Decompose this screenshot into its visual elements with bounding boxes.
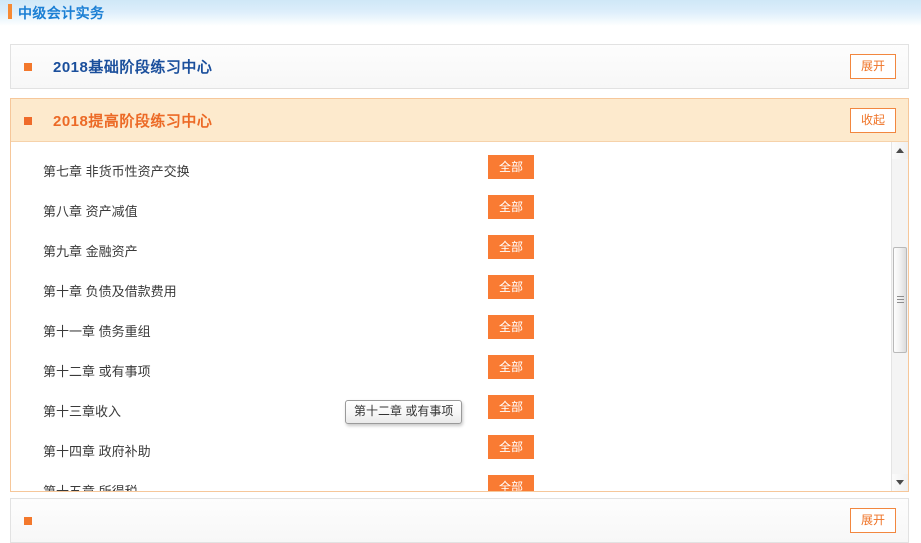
panel-advanced-stage[interactable]: 2018提高阶段练习中心 收起 第六章 无形资产 全部 第七章 非货币性资产交换… <box>10 98 909 492</box>
square-bullet-icon <box>24 117 32 125</box>
table-row[interactable]: 第十五章 所得税 全部 <box>11 469 908 491</box>
square-bullet-icon <box>24 517 32 525</box>
page-title: 中级会计实务 <box>18 5 105 21</box>
table-row[interactable]: 第十章 负债及借款费用 全部 <box>11 269 908 309</box>
chapter-name: 第十四章 政府补助 <box>43 444 151 459</box>
chapter-name: 第九章 金融资产 <box>43 244 138 259</box>
table-row[interactable]: 第八章 资产减值 全部 <box>11 189 908 229</box>
table-row[interactable]: 第六章 无形资产 全部 <box>11 142 908 149</box>
all-questions-button[interactable]: 全部 <box>488 475 534 491</box>
all-questions-button[interactable]: 全部 <box>488 395 534 419</box>
table-row[interactable]: 第七章 非货币性资产交换 全部 <box>11 149 908 189</box>
chapter-name: 第七章 非货币性资产交换 <box>43 164 190 179</box>
all-questions-button[interactable]: 全部 <box>488 315 534 339</box>
chapter-name: 第十五章 所得税 <box>43 481 138 491</box>
square-bullet-icon <box>24 63 32 71</box>
scroll-down-arrow-icon[interactable] <box>892 474 908 491</box>
panel-title: 2018提高阶段练习中心 <box>53 113 213 130</box>
table-row[interactable]: 第十四章 政府补助 全部 <box>11 429 908 469</box>
chapter-list: 第六章 无形资产 全部 第七章 非货币性资产交换 全部 第八章 资产减值 全部 … <box>11 142 908 491</box>
vertical-scrollbar[interactable] <box>891 142 908 491</box>
collapse-button[interactable]: 收起 <box>850 108 896 133</box>
scrollbar-thumb[interactable] <box>893 247 907 353</box>
all-questions-button[interactable]: 全部 <box>488 275 534 299</box>
chapter-name: 第十二章 或有事项 <box>43 364 151 379</box>
scroll-up-arrow-icon[interactable] <box>892 142 908 159</box>
table-row[interactable]: 第十一章 债务重组 全部 <box>11 309 908 349</box>
chapter-name: 第十三章收入 <box>43 404 122 419</box>
all-questions-button[interactable]: 全部 <box>488 435 534 459</box>
panel-header[interactable]: 2018提高阶段练习中心 收起 <box>11 99 908 142</box>
grip-lines-icon <box>897 296 904 303</box>
chapter-list-viewport: 第六章 无形资产 全部 第七章 非货币性资产交换 全部 第八章 资产减值 全部 … <box>11 142 908 491</box>
triangle-up-icon <box>896 148 904 153</box>
expand-button[interactable]: 展开 <box>850 54 896 79</box>
tooltip: 第十二章 或有事项 <box>345 400 463 424</box>
panel-basic-stage[interactable]: 2018基础阶段练习中心 展开 <box>10 44 909 89</box>
chapter-name: 第十章 负债及借款费用 <box>43 284 177 299</box>
table-row[interactable]: 第九章 金融资产 全部 <box>11 229 908 269</box>
all-questions-button[interactable]: 全部 <box>488 195 534 219</box>
all-questions-button[interactable]: 全部 <box>488 155 534 179</box>
page-header: 中级会计实务 <box>0 0 921 27</box>
triangle-down-icon <box>896 480 904 485</box>
table-row[interactable]: 第十二章 或有事项 全部 <box>11 349 908 389</box>
all-questions-button[interactable]: 全部 <box>488 235 534 259</box>
header-accent-bar <box>8 4 12 19</box>
expand-button[interactable]: 展开 <box>850 508 896 533</box>
chapter-name: 第十一章 债务重组 <box>43 324 151 339</box>
all-questions-button[interactable]: 全部 <box>488 355 534 379</box>
panel-header[interactable]: 展开 <box>11 499 908 542</box>
panel-title: 2018基础阶段练习中心 <box>53 59 213 76</box>
panel-header[interactable]: 2018基础阶段练习中心 展开 <box>11 45 908 88</box>
chapter-name: 第八章 资产减值 <box>43 204 138 219</box>
panel-next-stage[interactable]: 展开 <box>10 498 909 543</box>
scrollbar-track[interactable] <box>892 159 908 474</box>
